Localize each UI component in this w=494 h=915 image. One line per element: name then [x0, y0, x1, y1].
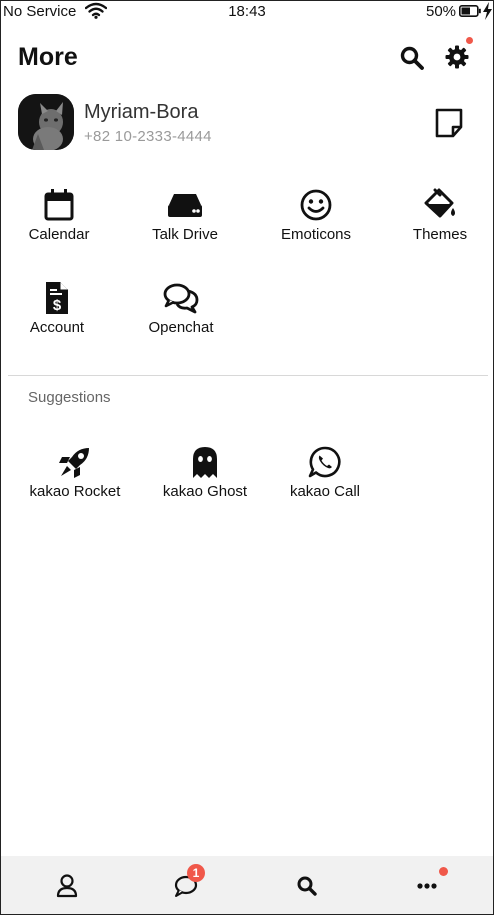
settings-notification-dot [466, 37, 473, 44]
page-title: More [18, 43, 78, 71]
section-divider [8, 375, 488, 376]
phone-screen: No Service 18:43 50% More Myriam-Bora +8… [0, 0, 494, 915]
search-icon[interactable] [399, 45, 425, 71]
service-emoticons[interactable]: Emoticons [256, 188, 376, 243]
service-calendar[interactable]: Calendar [1, 188, 119, 243]
search-icon[interactable] [287, 870, 327, 902]
service-label: Account [29, 319, 85, 336]
chat-bubbles-icon [163, 283, 199, 314]
svg-text:$: $ [53, 297, 62, 314]
charging-bolt-icon [483, 2, 492, 20]
paint-bucket-icon [424, 188, 455, 218]
service-talk-drive[interactable]: Talk Drive [125, 188, 245, 243]
service-label: Emoticons [280, 226, 352, 243]
avatar[interactable] [18, 94, 74, 150]
service-themes[interactable]: Themes [380, 188, 493, 243]
status-bar: No Service 18:43 50% [1, 1, 493, 23]
suggestion-label: kakao Rocket [29, 483, 121, 500]
service-account[interactable]: $ Account [1, 281, 117, 336]
rocket-icon [59, 448, 89, 478]
drive-icon [168, 194, 202, 217]
suggestion-kakao-rocket[interactable]: kakao Rocket [15, 445, 135, 500]
smiley-icon [300, 189, 332, 221]
more-notification-dot [439, 867, 448, 876]
suggestion-label: kakao Ghost [162, 483, 248, 500]
ghost-icon [193, 447, 217, 478]
suggestion-label: kakao Call [289, 483, 361, 500]
memo-icon[interactable] [433, 107, 465, 139]
service-label: Calendar [28, 226, 90, 243]
clock-text: 18:43 [228, 3, 266, 20]
person-icon[interactable] [47, 870, 87, 902]
chat-unread-badge: 1 [187, 864, 205, 882]
profile-name[interactable]: Myriam-Bora [84, 101, 198, 124]
calendar-icon [44, 189, 74, 221]
account-document-icon: $ [46, 282, 68, 314]
service-label: Talk Drive [152, 226, 218, 243]
service-label: Themes [412, 226, 468, 243]
battery-icon [459, 5, 481, 17]
profile-phone: +82 10-2333-4444 [84, 128, 212, 145]
profile-photo [18, 94, 74, 150]
gear-icon[interactable] [444, 44, 470, 70]
suggestion-kakao-ghost[interactable]: kakao Ghost [145, 445, 265, 500]
suggestion-kakao-call[interactable]: kakao Call [265, 445, 385, 500]
battery-percent: 50% [426, 3, 457, 20]
suggestions-title: Suggestions [28, 389, 111, 406]
service-label: Openchat [148, 319, 214, 336]
service-openchat[interactable]: Openchat [121, 281, 241, 336]
phone-bubble-icon [308, 446, 341, 478]
bottom-tab-bar: 1 [1, 856, 493, 914]
